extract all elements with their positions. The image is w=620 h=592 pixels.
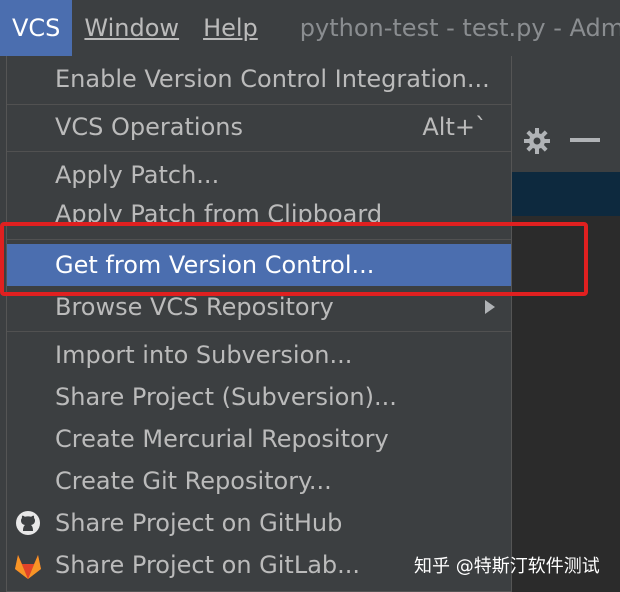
window-title: python-test - test.py - Adm bbox=[299, 14, 620, 42]
github-icon bbox=[16, 511, 40, 535]
watermark: 知乎 @特斯汀软件测试 bbox=[414, 556, 600, 577]
chevron-right-icon bbox=[485, 300, 495, 314]
menu-item-create-git[interactable]: Create Git Repository... bbox=[7, 460, 511, 502]
menu-item-browse-vcs[interactable]: Browse VCS Repository bbox=[7, 286, 511, 328]
menu-item-label: Create Mercurial Repository bbox=[55, 425, 389, 453]
menu-separator bbox=[7, 104, 511, 105]
menu-item-apply-patch[interactable]: Apply Patch... bbox=[7, 154, 511, 196]
menu-window-label: Window bbox=[84, 14, 180, 42]
menu-item-label: Import into Subversion... bbox=[55, 341, 353, 369]
menu-item-share-svn[interactable]: Share Project (Subversion)... bbox=[7, 376, 511, 418]
menu-item-enable-vci[interactable]: Enable Version Control Integration... bbox=[7, 58, 511, 100]
tool-window-header bbox=[512, 112, 620, 172]
menu-item-label: Apply Patch... bbox=[55, 161, 220, 189]
project-panel bbox=[512, 216, 620, 592]
menu-item-label: Browse VCS Repository bbox=[55, 293, 334, 321]
gitlab-icon bbox=[15, 555, 41, 579]
menu-item-label: Enable Version Control Integration... bbox=[55, 65, 490, 93]
gear-icon[interactable] bbox=[522, 126, 552, 156]
menu-separator bbox=[7, 331, 511, 332]
menu-separator bbox=[7, 239, 511, 240]
menu-item-label: Share Project (Subversion)... bbox=[55, 383, 397, 411]
menu-window[interactable]: Window bbox=[72, 0, 191, 56]
vcs-dropdown-menu: Enable Version Control Integration... VC… bbox=[6, 56, 512, 592]
menu-item-share-github[interactable]: Share Project on GitHub bbox=[7, 502, 511, 544]
menu-help[interactable]: Help bbox=[191, 0, 270, 56]
menu-separator bbox=[7, 151, 511, 152]
menu-item-label: Share Project on GitLab... bbox=[55, 551, 361, 579]
menu-item-label: Get from Version Control... bbox=[55, 251, 375, 279]
menu-item-get-from-vc[interactable]: Get from Version Control... bbox=[7, 244, 511, 286]
main-menu-bar: VCS Window Help python-test - test.py - … bbox=[0, 0, 620, 56]
menu-vcs[interactable]: VCS bbox=[0, 0, 73, 56]
menu-item-vcs-operations[interactable]: VCS Operations Alt+` bbox=[7, 106, 511, 148]
menu-item-create-hg[interactable]: Create Mercurial Repository bbox=[7, 418, 511, 460]
minus-icon[interactable] bbox=[570, 138, 600, 142]
selected-tree-row bbox=[512, 172, 620, 216]
menu-item-label: VCS Operations bbox=[55, 113, 243, 141]
menu-item-label: Apply Patch from Clipboard bbox=[55, 200, 383, 222]
menu-help-label: Help bbox=[203, 14, 258, 42]
menu-item-import-svn[interactable]: Import into Subversion... bbox=[7, 334, 511, 376]
menu-item-label: Create Git Repository... bbox=[55, 467, 332, 495]
shortcut-label: Alt+` bbox=[422, 113, 487, 141]
editor-tab-strip bbox=[512, 56, 620, 113]
menu-item-apply-patch-clipboard[interactable]: Apply Patch from Clipboard bbox=[7, 194, 511, 222]
menu-item-label: Share Project on GitHub bbox=[55, 509, 343, 537]
